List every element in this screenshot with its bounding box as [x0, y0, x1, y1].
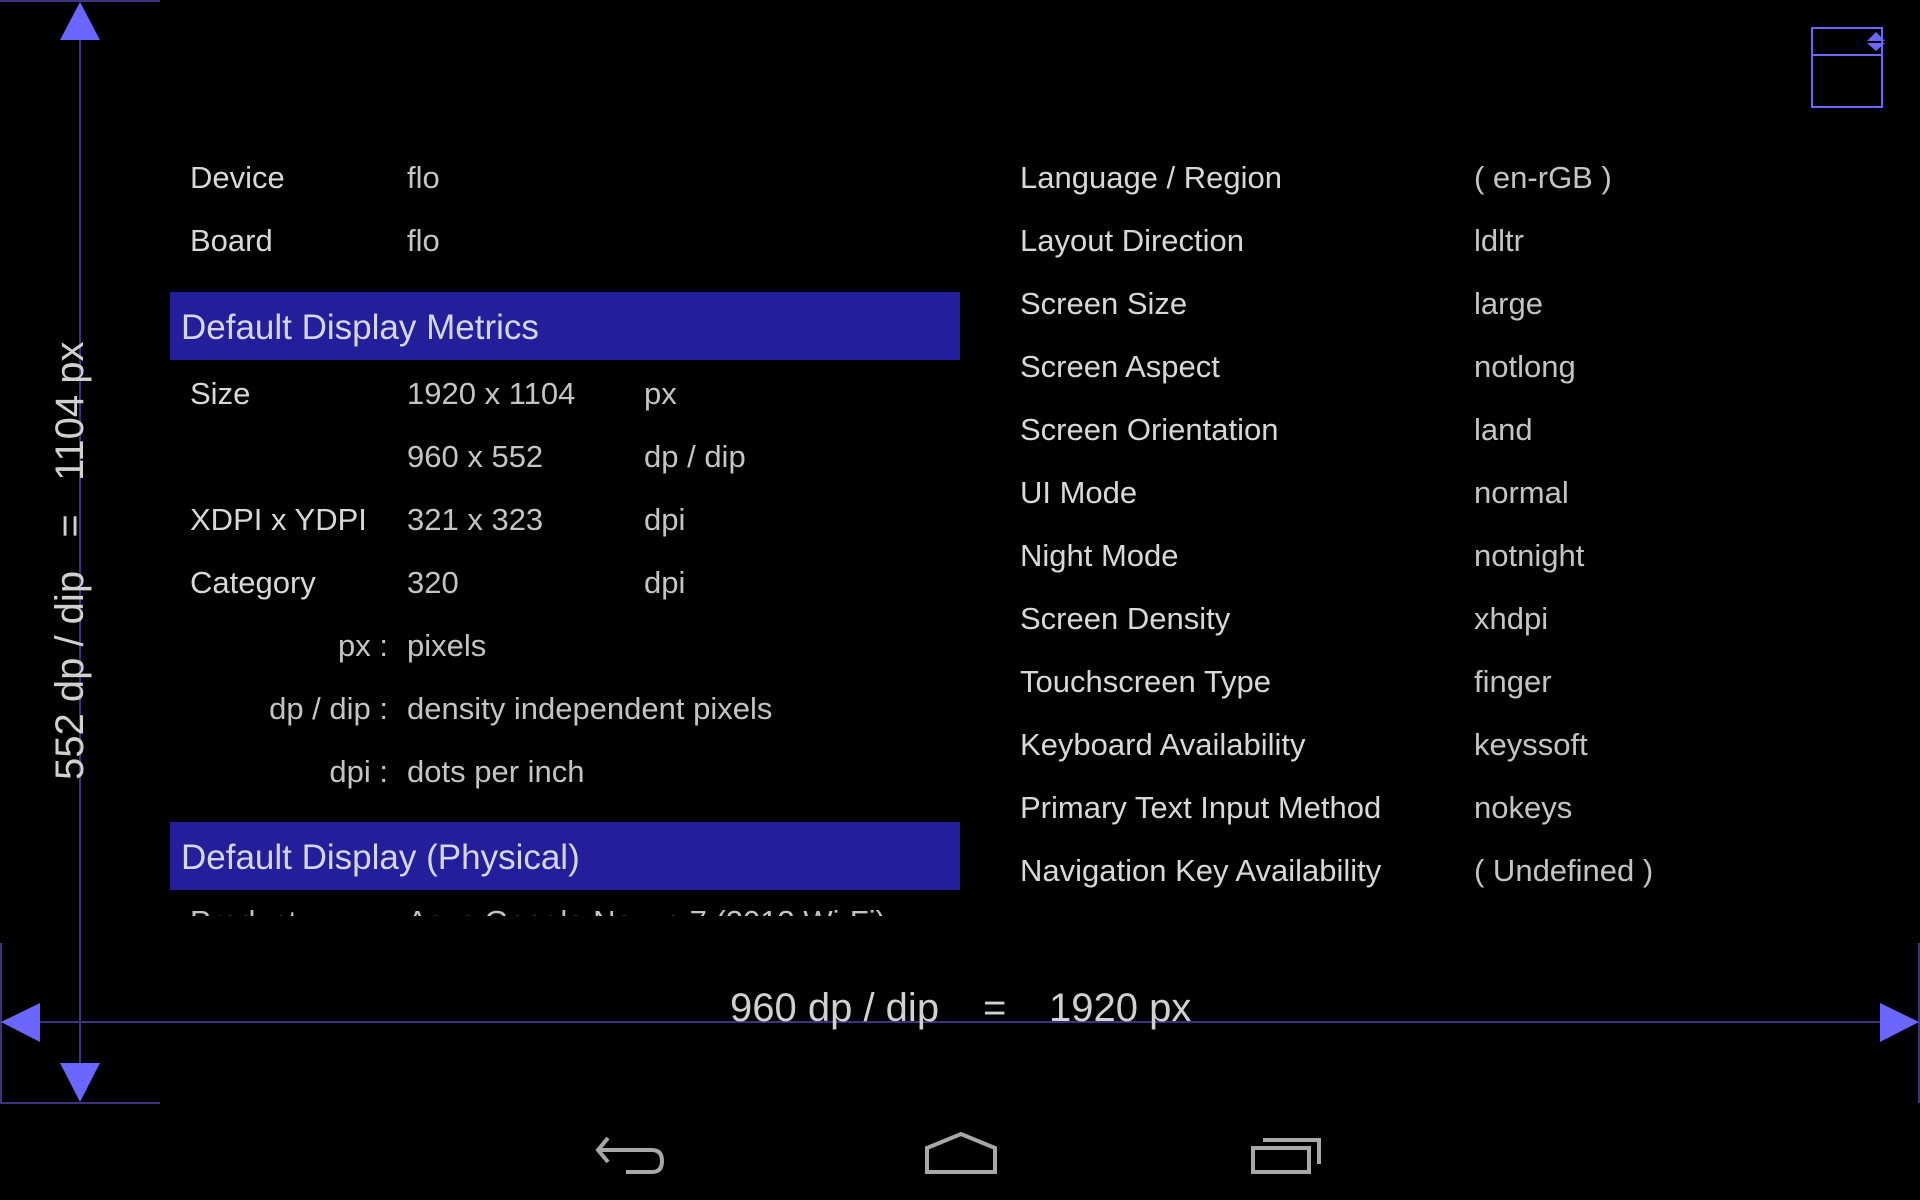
config-label: UI Mode [1020, 475, 1138, 510]
vertical-measurement-label: 552 dp / dip = 1104 px [48, 341, 92, 780]
config-value: large [1474, 286, 1543, 321]
legend-term: dpi : [329, 754, 388, 789]
legend-term: dp / dip : [269, 691, 388, 726]
recents-icon [1251, 1138, 1321, 1174]
arrow-up-icon [60, 2, 100, 40]
section-header-display-metrics: Default Display Metrics [170, 292, 960, 360]
config-label: Screen Aspect [1020, 349, 1220, 384]
config-value: notnight [1474, 538, 1585, 573]
device-label: Device [190, 160, 285, 195]
product-value: Asus Google Nexus 7 (2013 Wi-Fi) [407, 904, 886, 916]
arrow-left-icon [1, 1003, 40, 1042]
config-value: normal [1474, 475, 1569, 510]
legend-definition: dots per inch [407, 754, 585, 789]
config-value: ( en-rGB ) [1474, 160, 1612, 195]
metric-value: 321 x 323 [407, 502, 544, 537]
horizontal-equals: = [983, 986, 1007, 1030]
home-button[interactable] [918, 1128, 1003, 1180]
config-value: notlong [1474, 349, 1576, 384]
config-value: land [1474, 412, 1533, 447]
config-label: Touchscreen Type [1020, 664, 1272, 699]
device-value: flo [407, 160, 440, 195]
recents-button[interactable] [1245, 1128, 1330, 1180]
section-title: Default Display (Physical) [181, 838, 580, 877]
back-icon [595, 1136, 665, 1174]
metric-value: 1920 x 1104 [407, 376, 576, 411]
config-value: nokeys [1474, 790, 1573, 825]
section-title: Default Display Metrics [181, 308, 539, 347]
config-value: ldltr [1474, 223, 1524, 258]
config-label: Primary Text Input Method [1020, 790, 1382, 825]
board-label: Board [190, 223, 273, 258]
metric-unit: dp / dip [644, 439, 746, 474]
metric-unit: px [644, 376, 677, 411]
board-value: flo [407, 223, 440, 258]
config-value: xhdpi [1474, 601, 1549, 636]
legend-definition: density independent pixels [407, 691, 773, 726]
config-label: Screen Orientation [1020, 412, 1279, 447]
clipped-scroll-content[interactable]: Product Asus Google Nexus 7 (2013 Wi-Fi) [170, 890, 960, 916]
metric-label: Size [190, 376, 251, 411]
config-label: Night Mode [1020, 538, 1179, 573]
metric-unit: dpi [644, 502, 686, 537]
spinner-widget[interactable] [1811, 27, 1885, 108]
config-value: finger [1474, 664, 1552, 699]
config-label: Language / Region [1020, 160, 1283, 195]
config-label: Navigation Key Availability [1020, 853, 1382, 888]
metric-label: XDPI x YDPI [190, 502, 367, 537]
metric-unit: dpi [644, 565, 686, 600]
legend-definition: pixels [407, 628, 487, 663]
config-value: ( Undefined ) [1474, 853, 1654, 888]
back-button[interactable] [590, 1128, 675, 1180]
config-label: Keyboard Availability [1020, 727, 1306, 762]
config-label: Layout Direction [1020, 223, 1245, 258]
section-header-display-physical: Default Display (Physical) [170, 822, 960, 890]
metric-value: 320 [407, 565, 459, 600]
arrow-right-icon [1880, 1003, 1919, 1042]
horizontal-px-label: 1920 px [1049, 986, 1192, 1030]
config-value: keyssoft [1474, 727, 1588, 762]
config-label: Screen Density [1020, 601, 1231, 636]
home-icon [925, 1131, 997, 1174]
product-label: Product [190, 904, 297, 916]
horizontal-dp-label: 960 dp / dip [730, 986, 940, 1030]
metric-label: Category [190, 565, 316, 600]
legend-term: px : [338, 628, 388, 663]
metric-value: 960 x 552 [407, 439, 544, 474]
arrow-down-icon [60, 1063, 100, 1102]
config-label: Screen Size [1020, 286, 1188, 321]
